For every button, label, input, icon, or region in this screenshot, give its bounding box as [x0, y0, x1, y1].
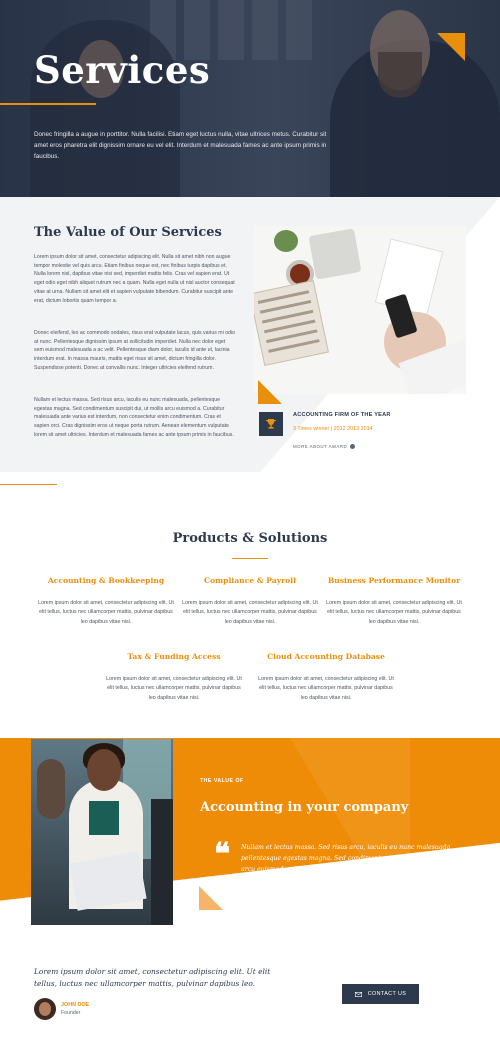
calculator-image: [308, 228, 362, 280]
more-about-award-link[interactable]: MORE ABOUT AWARD: [293, 444, 356, 449]
band-title: Accounting in your company: [200, 800, 409, 815]
testimonial-quote: Lorem ipsum dolor sit amet, consectetur …: [34, 967, 271, 988]
product-card: Accounting & Bookkeeping Lorem ipsum dol…: [36, 576, 176, 627]
trophy-icon: [259, 412, 283, 436]
avatar: [34, 998, 56, 1020]
woman-reading-photo: [31, 739, 173, 925]
product-card: Tax & Funding Access Lorem ipsum dolor s…: [104, 652, 244, 703]
product-text: Lorem ipsum dolor sit amet, consectetur …: [106, 676, 242, 701]
value-title: The Value of Our Services: [34, 225, 222, 240]
product-card: Business Performance Monitor Lorem ipsum…: [324, 576, 464, 627]
award-title: ACCOUNTING FIRM OF THE YEAR: [293, 412, 391, 418]
award-corner-triangle: [258, 380, 282, 404]
award-link-label: MORE ABOUT AWARD: [293, 444, 348, 449]
product-title: Business Performance Monitor: [327, 576, 461, 585]
product-card: Cloud Accounting Database Lorem ipsum do…: [256, 652, 396, 703]
product-title: Cloud Accounting Database: [267, 652, 385, 661]
products-title: Products & Solutions: [172, 531, 328, 546]
product-title: Tax & Funding Access: [127, 652, 221, 661]
envelope-icon: [354, 991, 362, 997]
band-quote: Nullam et lectus massa. Sed risus arcu, …: [241, 844, 460, 884]
section-divider-line: [0, 484, 57, 485]
band-eyebrow: THE VALUE OF: [200, 778, 244, 784]
band-corner-triangle: [199, 886, 223, 910]
hero-text: Donec fringilla a augue in porttitor. Nu…: [34, 131, 327, 160]
value-paragraph: Donec eleifend, leo ac commodo sodales, …: [34, 330, 235, 371]
product-text: Lorem ipsum dolor sit amet, consectetur …: [326, 600, 462, 625]
hero-corner-triangle: [437, 33, 465, 61]
product-text: Lorem ipsum dolor sit amet, consectetur …: [38, 600, 174, 625]
product-text: Lorem ipsum dolor sit amet, consectetur …: [182, 600, 318, 625]
hero-overlay: [0, 0, 500, 197]
award-subtitle: 3 Times winner | 2012 2013 2014: [293, 426, 373, 432]
value-paragraph: Lorem ipsum dolor sit amet, consectetur …: [34, 254, 235, 304]
product-title: Compliance & Payroll: [204, 576, 296, 585]
plant-image: [274, 230, 298, 252]
hero-accent-line: [0, 103, 96, 105]
contact-us-label: CONTACT US: [367, 991, 407, 997]
newspaper-image: [254, 279, 329, 367]
quote-icon: ❝: [214, 837, 231, 872]
testimonial-name: JOHN DOE: [61, 1002, 90, 1008]
contact-us-button[interactable]: CONTACT US: [342, 984, 419, 1004]
products-accent-line: [232, 558, 268, 559]
desk-photo: [254, 226, 466, 394]
arrow-right-circle-icon: [350, 444, 356, 449]
hero-section: [0, 0, 500, 197]
product-title: Accounting & Bookkeeping: [47, 576, 165, 585]
product-text: Lorem ipsum dolor sit amet, consectetur …: [258, 676, 394, 701]
value-paragraph: Nullam et lectus massa. Sed risus arcu, …: [34, 397, 234, 438]
page-title: Services: [34, 48, 211, 92]
product-card: Compliance & Payroll Lorem ipsum dolor s…: [180, 576, 320, 627]
testimonial-role: Founder: [61, 1010, 81, 1016]
